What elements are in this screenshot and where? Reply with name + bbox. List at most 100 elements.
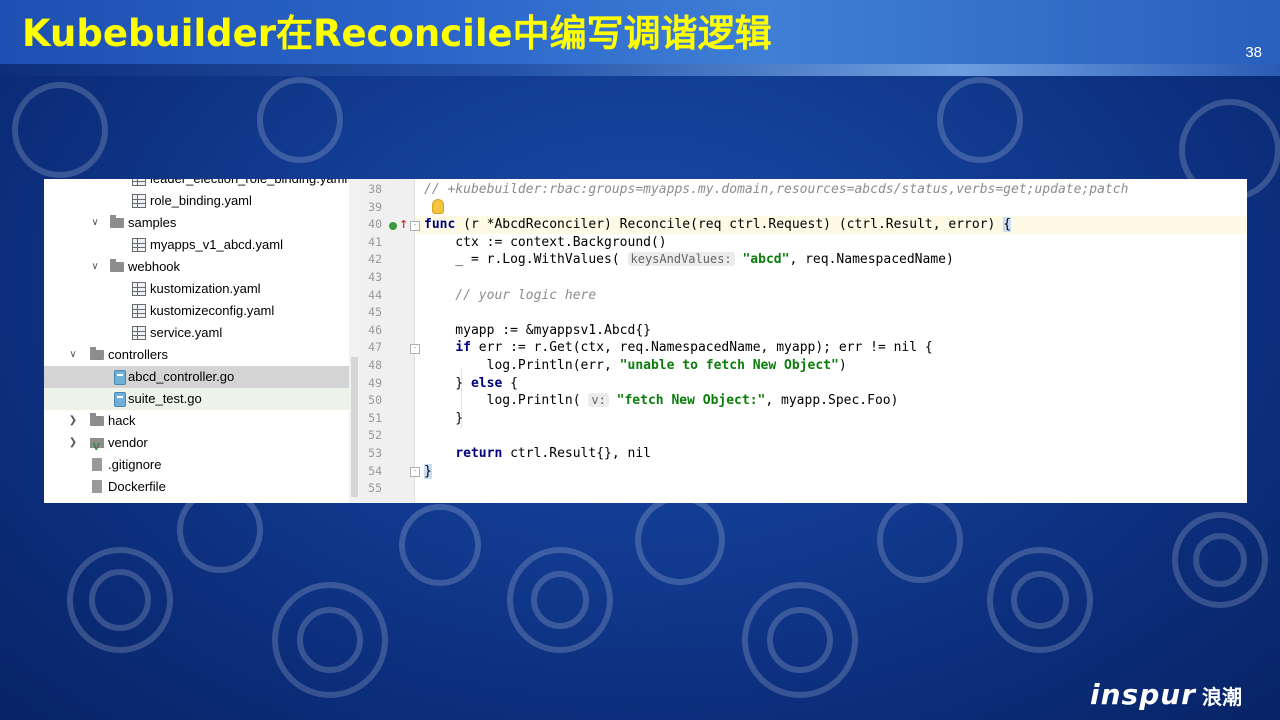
yaml-file-icon	[132, 179, 146, 186]
line-number: 44	[368, 287, 382, 302]
parameter-hint: v:	[588, 393, 609, 408]
tree-item-label: samples	[128, 215, 177, 230]
code-line-41: ctx := context.Background()	[424, 234, 667, 250]
code-text: {	[502, 375, 518, 391]
tree-item-kustomizeconfig[interactable]: kustomizeconfig.yaml	[44, 300, 349, 322]
yaml-file-icon	[132, 304, 146, 318]
tree-item-label: controllers	[108, 347, 168, 362]
fold-icon[interactable]: -	[410, 221, 420, 231]
line-number: 54	[368, 463, 382, 478]
chevron-right-icon[interactable]: ❯	[68, 410, 78, 432]
tree-item-label: kustomizeconfig.yaml	[150, 303, 275, 318]
line-number: 53	[368, 446, 382, 460]
fold-icon[interactable]: -	[410, 467, 420, 477]
line-number: 51	[368, 410, 382, 425]
logo-text: inspur	[1090, 678, 1196, 711]
yaml-file-icon	[132, 238, 146, 252]
code-line-51: }	[424, 410, 464, 426]
chevron-right-icon[interactable]: ❯	[68, 432, 78, 454]
keyword-if: if	[455, 340, 471, 356]
code-line-38: // +kubebuilder:rbac:groups=myapps.my.do…	[424, 182, 1129, 197]
line-number: 42	[368, 252, 382, 267]
tree-item-label: abcd_controller.go	[128, 369, 235, 384]
chevron-down-icon[interactable]: ∨	[90, 256, 100, 278]
tree-item-label: service.yaml	[150, 325, 223, 340]
tree-item-label: Dockerfile	[108, 479, 166, 494]
tree-item-label: leader_election_role_binding.yaml	[150, 179, 347, 190]
keyword-func: func	[424, 217, 456, 233]
code-text: , req.NamespacedName)	[789, 252, 954, 268]
file-icon	[92, 458, 102, 471]
yaml-file-icon	[132, 282, 146, 296]
chevron-down-icon[interactable]: ∨	[90, 212, 100, 234]
line-number: 48	[368, 358, 382, 372]
line-number: 49	[368, 375, 382, 390]
line-number: 43	[368, 270, 382, 284]
implements-arrow-icon[interactable]: ↑	[399, 218, 408, 231]
folder-icon	[90, 413, 104, 426]
tree-item-suite-test[interactable]: suite_test.go	[44, 388, 349, 410]
go-file-icon	[114, 392, 126, 407]
folder-icon	[110, 215, 124, 228]
tree-item-label: kustomization.yaml	[150, 281, 261, 296]
tree-item-controllers[interactable]: ∨ controllers	[44, 344, 349, 366]
tree-item-myapps-v1-abcd[interactable]: myapps_v1_abcd.yaml	[44, 234, 349, 256]
run-gutter-icon[interactable]	[389, 222, 397, 230]
fold-icon[interactable]: -	[410, 344, 420, 354]
logo-text-cn: 浪潮	[1201, 685, 1242, 709]
line-number: 47	[368, 340, 382, 355]
code-line-44: // your logic here	[424, 287, 597, 303]
line-number: 38	[368, 182, 382, 196]
chevron-down-icon[interactable]: ∨	[68, 344, 78, 366]
string-literal: "fetch New Object:"	[616, 393, 766, 409]
tree-item-service[interactable]: service.yaml	[44, 322, 349, 344]
parameter-hint: keysAndValues:	[627, 252, 735, 267]
code-line-53: return ctrl.Result{}, nil	[424, 445, 651, 463]
line-number: 41	[368, 234, 382, 249]
inspur-logo: inspur 浪潮	[1090, 678, 1242, 712]
tree-item-kustomization[interactable]: kustomization.yaml	[44, 278, 349, 300]
tree-item-gitignore[interactable]: .gitignore	[44, 454, 349, 476]
ide-screenshot: leader_election_role_binding.yaml role_b…	[44, 179, 1247, 503]
code-line-48: log.Println(err, "unable to fetch New Ob…	[424, 357, 847, 375]
title-bar-stripe	[0, 64, 1280, 76]
line-number: 52	[368, 428, 382, 443]
code-line-47: if err := r.Get(ctx, req.NamespacedName,…	[424, 339, 933, 357]
tree-item-leader-election-role-binding[interactable]: leader_election_role_binding.yaml	[44, 179, 349, 190]
tree-item-samples[interactable]: ∨ samples	[44, 212, 349, 234]
matched-brace: {	[1003, 217, 1012, 233]
code-line-54: }	[424, 463, 432, 481]
file-icon	[92, 480, 102, 493]
tree-item-label: .gitignore	[108, 457, 162, 472]
code-text: (r *AbcdReconciler) Reconcile(req ctrl.R…	[455, 217, 1004, 233]
line-number: 39	[368, 199, 382, 214]
code-text: log.Println(err,	[424, 358, 620, 373]
keyword-return: return	[455, 446, 503, 461]
keyword-else: else	[470, 375, 503, 391]
code-line-40: func (r *AbcdReconciler) Reconcile(req c…	[424, 216, 1012, 234]
tree-item-label: myapps_v1_abcd.yaml	[150, 237, 283, 252]
tree-item-label: hack	[108, 413, 136, 428]
tree-item-vendor[interactable]: ❯ vendor	[44, 432, 349, 459]
yaml-file-icon	[132, 326, 146, 340]
tree-item-label: webhook	[128, 259, 181, 274]
code-text: ctrl.Result{}, nil	[502, 446, 651, 461]
tree-item-dockerfile[interactable]: Dockerfile	[44, 476, 349, 498]
code-text: _ = r.Log.WithValues(	[424, 252, 628, 268]
tree-item-abcd-controller[interactable]: abcd_controller.go	[44, 366, 349, 388]
code-text: , myapp.Spec.Foo)	[765, 393, 899, 409]
scrollbar-thumb[interactable]	[351, 357, 358, 497]
tree-scrollbar[interactable]	[349, 179, 360, 503]
string-literal: "unable to fetch New Object"	[619, 358, 839, 373]
code-text: err := r.Get(ctx, req.NamespacedName, my…	[470, 340, 933, 356]
line-number: 46	[368, 322, 382, 337]
tree-item-role-binding[interactable]: role_binding.yaml	[44, 190, 349, 212]
project-tree: leader_election_role_binding.yaml role_b…	[44, 179, 360, 503]
code-text: }	[424, 375, 471, 391]
folder-icon	[110, 259, 124, 272]
folder-icon	[90, 347, 104, 360]
code-text: )	[838, 358, 847, 373]
tree-item-hack[interactable]: ❯ hack	[44, 410, 349, 432]
lightbulb-icon[interactable]	[432, 199, 444, 214]
tree-item-webhook[interactable]: ∨ webhook	[44, 256, 349, 278]
